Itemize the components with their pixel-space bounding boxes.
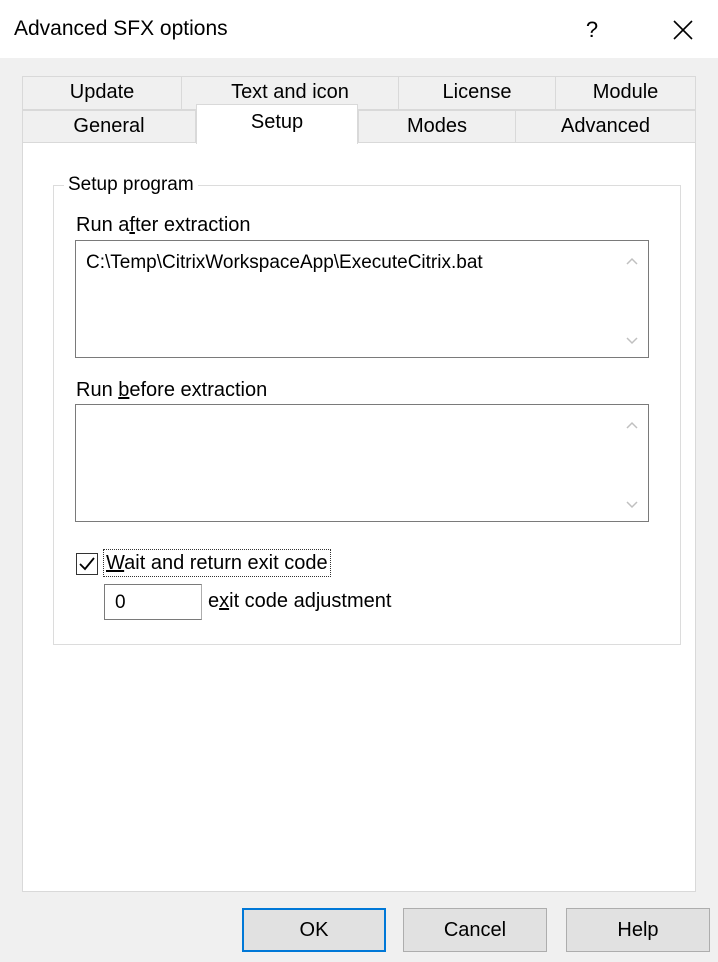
help-button[interactable]: Help [566,908,710,952]
label-text: e [208,590,220,612]
cancel-button[interactable]: Cancel [403,908,547,952]
exit-code-adjustment-input[interactable]: 0 [104,584,202,620]
scroll-down-arrow-icon[interactable] [622,331,642,351]
mnemonic-letter: b [118,379,130,401]
scroll-up-arrow-icon[interactable] [622,415,642,435]
close-icon [673,20,693,40]
mnemonic-letter: W [106,552,125,574]
tab-setup[interactable]: Setup [196,104,358,144]
tab-module[interactable]: Module [555,76,696,110]
run-after-extraction-field[interactable]: C:\Temp\CitrixWorkspaceApp\ExecuteCitrix… [75,240,649,358]
title-bar: Advanced SFX options ? [0,0,718,58]
label-text: ter extraction [134,214,251,236]
tab-modes[interactable]: Modes [358,110,516,143]
label-text: Run a [76,214,130,236]
tab-advanced[interactable]: Advanced [515,110,696,143]
checkmark-icon [79,557,95,571]
exit-code-adjustment-value: 0 [115,592,126,613]
help-title-button[interactable]: ? [572,10,612,50]
close-button[interactable] [660,10,704,50]
run-before-extraction-field[interactable] [75,404,649,522]
wait-exit-code-label[interactable]: Wait and return exit code [103,549,331,577]
tab-update[interactable]: Update [22,76,182,110]
tab-license[interactable]: License [398,76,556,110]
run-after-extraction-value: C:\Temp\CitrixWorkspaceApp\ExecuteCitrix… [86,252,483,273]
label-text: it code adjustment [229,590,392,612]
label-text: ait and return exit code [124,552,328,574]
run-before-extraction-label: Run before extraction [76,377,267,403]
label-text: efore extraction [129,379,268,401]
scroll-down-arrow-icon[interactable] [622,495,642,515]
scroll-up-arrow-icon[interactable] [622,251,642,271]
advanced-sfx-options-dialog: Advanced SFX options ? Update Text and i… [0,0,718,962]
exit-code-adjustment-label: exit code adjustment [208,588,391,614]
label-text: Run [76,379,119,401]
tab-general[interactable]: General [22,110,196,143]
window-title: Advanced SFX options [14,17,228,40]
ok-button[interactable]: OK [242,908,386,952]
run-after-extraction-label: Run after extraction [76,212,251,238]
mnemonic-letter: x [219,590,230,612]
wait-exit-code-checkbox[interactable] [76,553,98,575]
setup-program-group-title: Setup program [64,172,198,198]
